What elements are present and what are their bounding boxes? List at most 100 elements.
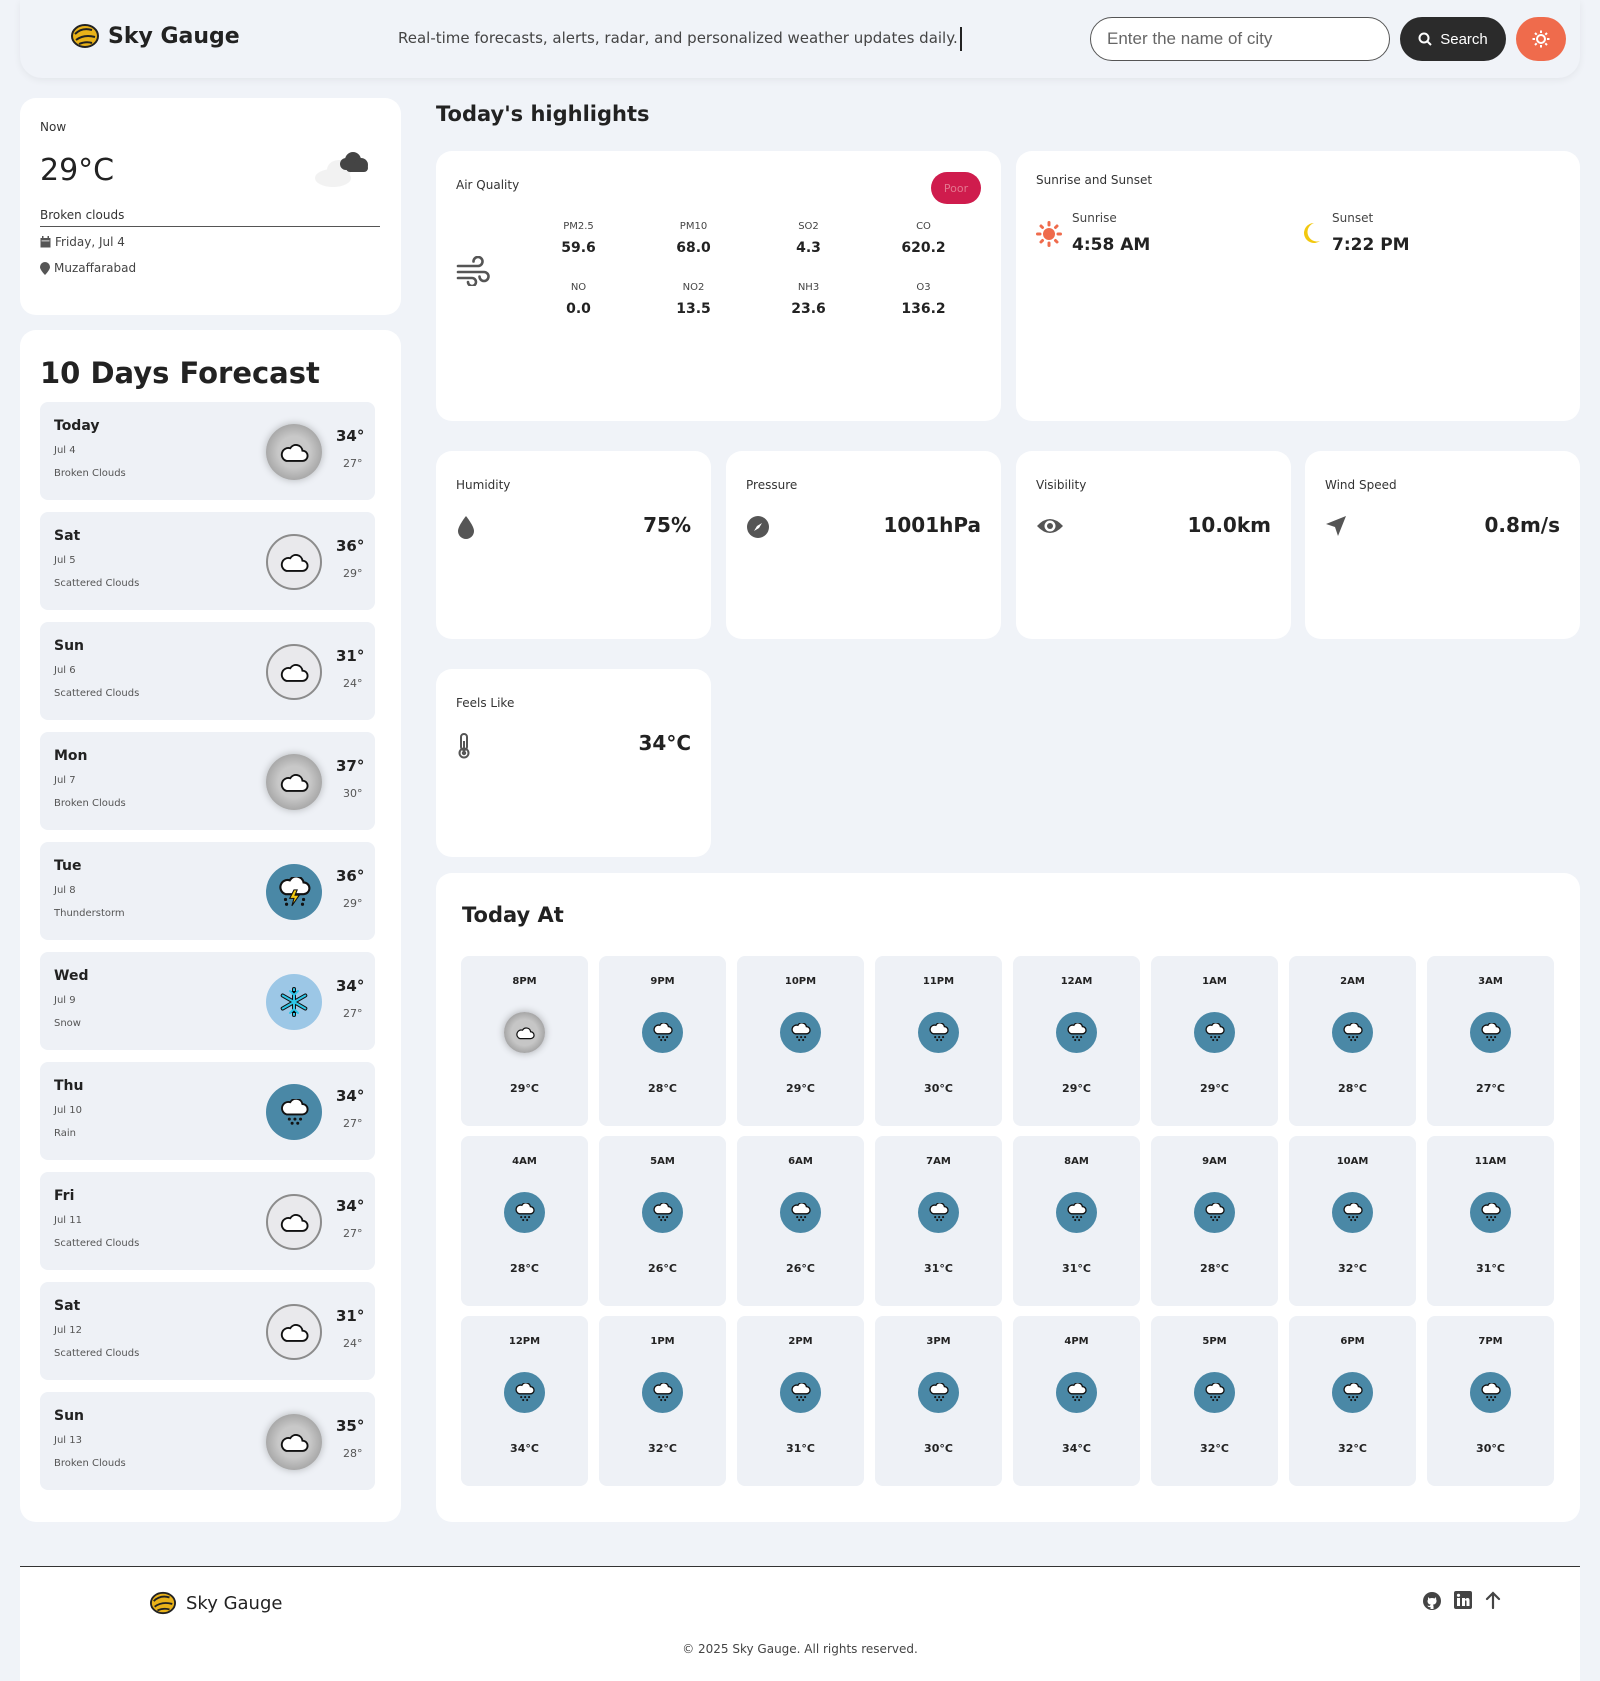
sunrise-icon (1036, 221, 1062, 247)
forecast-day-date: Jul 7 (54, 775, 76, 786)
rain-icon (1332, 1372, 1373, 1413)
rain-cloud-icon (1343, 1023, 1363, 1042)
air-quality-label: Air Quality (456, 178, 520, 192)
today-at-title: Today At (462, 903, 564, 927)
humidity-label: Humidity (456, 478, 511, 492)
hour-temperature: 32°C (648, 1442, 677, 1455)
forecast-day-item[interactable]: Wed Jul 9 Snow 34° 27° (40, 952, 375, 1050)
forecast-day-name: Thu (54, 1078, 84, 1094)
hourly-item[interactable]: 10AM 32°C (1289, 1136, 1416, 1306)
forecast-low-temp: 27° (343, 1007, 363, 1020)
footer-brand[interactable]: Sky Gauge (148, 1590, 282, 1616)
forecast-day-item[interactable]: Mon Jul 7 Broken Clouds 37° 30° (40, 732, 375, 830)
hourly-item[interactable]: 6PM 32°C (1289, 1316, 1416, 1486)
hour-temperature: 31°C (786, 1442, 815, 1455)
pollutant-name: NO (570, 282, 587, 293)
feels-like-label: Feels Like (456, 696, 515, 710)
air-quality-item: O3 136.2 (866, 282, 981, 317)
now-label: Now (40, 120, 67, 134)
forecast-day-item[interactable]: Sun Jul 6 Scattered Clouds 31° 24° (40, 622, 375, 720)
hour-temperature: 32°C (1338, 1262, 1367, 1275)
forecast-low-temp: 29° (343, 897, 363, 910)
pollutant-name: PM2.5 (563, 221, 594, 232)
sunrise-block: Sunrise 4:58 AM (1036, 211, 1150, 255)
forecast-day-name: Sun (54, 638, 85, 654)
forecast-low-temp: 27° (343, 457, 363, 470)
hourly-item[interactable]: 3PM 30°C (875, 1316, 1002, 1486)
current-description: Broken clouds (40, 208, 380, 227)
hourly-item[interactable]: 9AM 28°C (1151, 1136, 1278, 1306)
rain-icon (266, 1084, 322, 1140)
hourly-item[interactable]: 12PM 34°C (461, 1316, 588, 1486)
rain-cloud-icon (653, 1383, 673, 1402)
forecast-high-temp: 34° (336, 1087, 365, 1105)
moon-icon (1304, 223, 1320, 243)
hourly-item[interactable]: 3AM 27°C (1427, 956, 1554, 1126)
hour-time: 11PM (922, 976, 955, 987)
humidity-value: 75% (643, 513, 691, 537)
hour-temperature: 28°C (510, 1262, 539, 1275)
hourly-item[interactable]: 11AM 31°C (1427, 1136, 1554, 1306)
air-quality-card: Air Quality Poor PM2.5 59.6 PM10 68.0 SO2 … (436, 151, 1001, 421)
hourly-item[interactable]: 4PM 34°C (1013, 1316, 1140, 1486)
forecast-day-item[interactable]: Sat Jul 5 Scattered Clouds 36° 29° (40, 512, 375, 610)
rain-cloud-icon (1343, 1203, 1363, 1222)
brand-name: Sky Gauge (108, 23, 240, 49)
forecast-day-description: Snow (54, 1018, 81, 1029)
air-quality-item: NO2 13.5 (636, 282, 751, 317)
city-search-input[interactable] (1090, 17, 1390, 61)
linkedin-icon[interactable] (1454, 1591, 1472, 1609)
hourly-item[interactable]: 9PM 28°C (599, 956, 726, 1126)
hourly-item[interactable]: 7AM 31°C (875, 1136, 1002, 1306)
hour-temperature: 26°C (648, 1262, 677, 1275)
forecast-day-date: Jul 6 (54, 665, 76, 676)
sunrise-time: 4:58 AM (1072, 235, 1151, 255)
hourly-item[interactable]: 2AM 28°C (1289, 956, 1416, 1126)
hourly-item[interactable]: 8AM 31°C (1013, 1136, 1140, 1306)
hourly-item[interactable]: 4AM 28°C (461, 1136, 588, 1306)
hourly-item[interactable]: 8PM 29°C (461, 956, 588, 1126)
cloud-icon (280, 1433, 309, 1452)
forecast-day-item[interactable]: Sun Jul 13 Broken Clouds 35° 28° (40, 1392, 375, 1490)
current-date-text: Friday, Jul 4 (55, 235, 125, 249)
hour-temperature: 26°C (786, 1262, 815, 1275)
forecast-day-item[interactable]: Thu Jul 10 Rain 34° 27° (40, 1062, 375, 1160)
rain-icon (1470, 1372, 1511, 1413)
calendar-icon (40, 236, 51, 248)
hour-temperature: 29°C (786, 1082, 815, 1095)
forecast-day-name: Fri (54, 1188, 75, 1204)
hourly-item[interactable]: 7PM 30°C (1427, 1316, 1554, 1486)
snowflake-icon (280, 987, 308, 1017)
brand-logo[interactable]: Sky Gauge (70, 22, 240, 50)
forecast-day-item[interactable]: Today Jul 4 Broken Clouds 34° 27° (40, 402, 375, 500)
search-button[interactable]: Search (1400, 17, 1506, 61)
forecast-day-item[interactable]: Tue Jul 8 Thunderstorm 36° 29° (40, 842, 375, 940)
forecast-day-name: Sun (54, 1408, 85, 1424)
rain-icon (1332, 1012, 1373, 1053)
rain-cloud-icon (929, 1203, 949, 1222)
logo-icon (71, 24, 99, 48)
ten-day-forecast-card: 10 Days Forecast Today Jul 4 Broken Clou… (20, 330, 401, 1522)
hourly-item[interactable]: 5PM 32°C (1151, 1316, 1278, 1486)
hour-time: 7AM (926, 1156, 951, 1167)
theme-toggle-button[interactable] (1516, 17, 1566, 61)
hourly-item[interactable]: 1PM 32°C (599, 1316, 726, 1486)
hourly-item[interactable]: 2PM 31°C (737, 1316, 864, 1486)
forecast-day-item[interactable]: Sat Jul 12 Scattered Clouds 31° 24° (40, 1282, 375, 1380)
hourly-item[interactable]: 12AM 29°C (1013, 956, 1140, 1126)
forecast-high-temp: 37° (336, 757, 365, 775)
hourly-item[interactable]: 6AM 26°C (737, 1136, 864, 1306)
hourly-item[interactable]: 5AM 26°C (599, 1136, 726, 1306)
rain-cloud-icon (281, 1098, 309, 1125)
hour-temperature: 30°C (924, 1082, 953, 1095)
hourly-item[interactable]: 10PM 29°C (737, 956, 864, 1126)
forecast-day-name: Tue (54, 858, 82, 874)
hourly-item[interactable]: 11PM 30°C (875, 956, 1002, 1126)
github-icon[interactable] (1422, 1591, 1442, 1611)
water-drop-icon (458, 516, 474, 539)
arrow-up-icon[interactable] (1484, 1591, 1502, 1609)
forecast-day-item[interactable]: Fri Jul 11 Scattered Clouds 34° 27° (40, 1172, 375, 1270)
forecast-day-date: Jul 4 (54, 445, 76, 456)
hour-temperature: 34°C (1062, 1442, 1091, 1455)
hourly-item[interactable]: 1AM 29°C (1151, 956, 1278, 1126)
